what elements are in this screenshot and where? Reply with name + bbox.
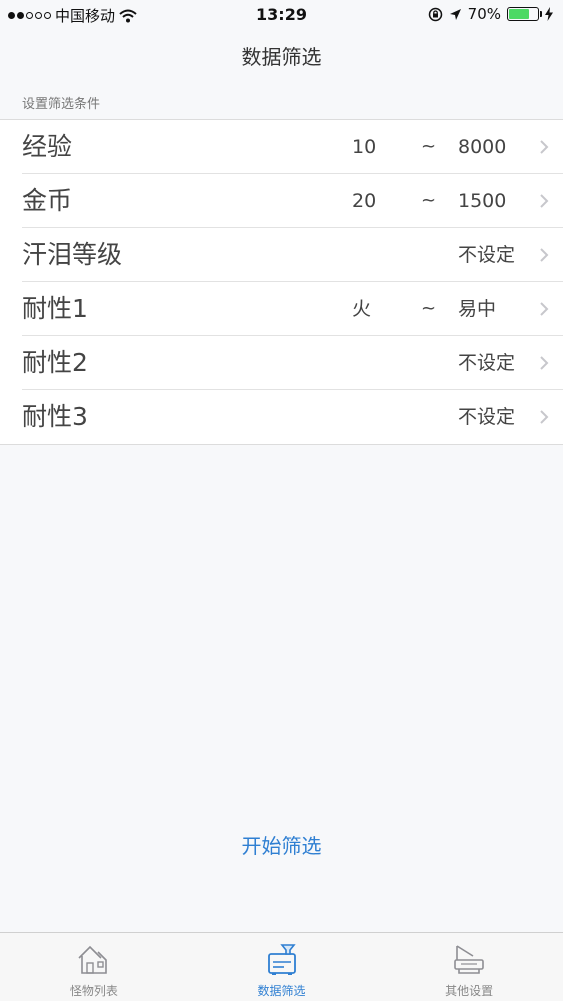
filter-row-gold[interactable]: 金币 20 ~ 1500 [0,174,563,228]
filter-row-resistance-2[interactable]: 耐性2 不设定 [0,336,563,390]
house-icon [78,945,107,974]
battery-percent: 70% [467,5,501,23]
range-separator: ~ [421,298,437,319]
filter-label: 耐性1 [22,294,88,323]
start-filter-button[interactable]: 开始筛选 [0,830,563,859]
filter-max-value: 不设定 [458,352,516,374]
filter-max-value: 不设定 [458,244,516,266]
range-separator: ~ [421,136,437,157]
tab-monster-list[interactable]: 怪物列表 [0,933,188,1001]
rotation-lock-icon [428,7,442,21]
filter-label: 耐性3 [22,402,88,431]
tab-label: 数据筛选 [257,984,306,998]
filter-box-icon [267,944,296,975]
filter-list: 经验 10 ~ 8000 金币 20 ~ 1500 汗泪等级 不设定 耐性1 火… [0,119,563,445]
filter-row-resistance-3[interactable]: 耐性3 不设定 [0,390,563,444]
filter-label: 耐性2 [22,348,88,377]
chevron-right-icon [540,248,549,262]
filter-min-value: 20 [352,190,377,212]
nav-title: 数据筛选 [241,45,322,69]
section-header: 设置筛选条件 [22,97,101,112]
charging-bolt-icon [545,7,553,21]
filter-label: 汗泪等级 [22,240,123,269]
status-bar: 中国移动 13:29 70% [0,0,563,30]
filter-row-experience[interactable]: 经验 10 ~ 8000 [0,120,563,174]
chevron-right-icon [540,356,549,370]
location-arrow-icon [449,8,461,20]
status-right: 70% [428,5,553,23]
tab-bar: 怪物列表 数据筛选 其他设置 [0,932,563,1001]
filter-max-value: 1500 [458,190,507,212]
tab-label: 怪物列表 [69,984,118,998]
filter-min-value: 火 [352,298,372,320]
settings-printer-icon [454,945,484,974]
battery-fill [509,9,529,19]
filter-max-value: 易中 [458,298,497,320]
filter-max-value: 不设定 [458,406,516,428]
filter-max-value: 8000 [458,136,507,158]
chevron-right-icon [540,140,549,154]
filter-min-value: 10 [352,136,377,158]
filter-label: 经验 [22,132,73,161]
tab-label: 其他设置 [445,984,494,998]
filter-row-resistance-1[interactable]: 耐性1 火 ~ 易中 [0,282,563,336]
tab-data-filter[interactable]: 数据筛选 [188,933,376,1001]
chevron-right-icon [540,194,549,208]
chevron-right-icon [540,410,549,424]
battery-icon [507,7,542,21]
filter-label: 金币 [22,186,73,215]
range-separator: ~ [421,190,437,211]
tab-other-settings[interactable]: 其他设置 [375,933,563,1001]
filter-row-sweat-level[interactable]: 汗泪等级 不设定 [0,228,563,282]
chevron-right-icon [540,302,549,316]
